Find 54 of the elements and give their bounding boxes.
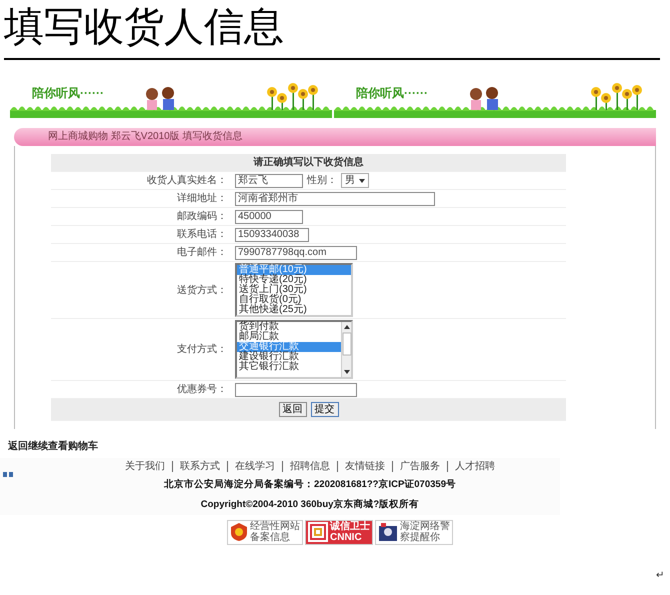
squares-icon [3, 472, 14, 477]
back-to-cart-link[interactable]: 返回继续查看购物车 [8, 439, 98, 454]
copyright-text: Copyright©2004-2010 360buy京东商城?版权所有 [200, 498, 420, 512]
input-field[interactable]: 河南省郑州市 [235, 192, 435, 206]
list-option[interactable]: 特快专递(20元) [237, 275, 351, 285]
police-icon [378, 522, 398, 542]
list-option[interactable]: 邮局汇款 [237, 332, 341, 342]
field-label: 电子邮件： [51, 244, 231, 262]
input-field[interactable]: 郑云飞 [235, 174, 303, 188]
record-number: 北京市公安局海淀分局备案编号：2202081681??京ICP证070359号 [163, 478, 457, 492]
footer-link[interactable]: 联系方式 [173, 461, 228, 472]
badge-text: 经营性网站 备案信息 [250, 521, 300, 543]
badge-text: 海淀网络警 察提醒你 [400, 521, 450, 543]
breadcrumb-bar: 网上商城购物 郑云飞V2010版 填写收货信息 [14, 128, 656, 146]
list-box[interactable]: 普通平邮(10元) 特快专递(20元) 送货上门(30元) 自行取货(0元) 其他快递(25元) [235, 263, 353, 317]
scrollbar[interactable] [341, 322, 351, 377]
field-label: 详细地址： [51, 190, 231, 208]
field-label: 联系电话： [51, 226, 231, 244]
list-option[interactable]: 其它银行汇款 [237, 362, 341, 372]
footer-link[interactable]: 招聘信息 [283, 461, 338, 472]
field-label: 性别： [307, 175, 337, 186]
list-option[interactable]: 送货上门(30元) [237, 285, 351, 295]
back-button[interactable]: 返回 [278, 402, 306, 417]
footer-link[interactable]: 在线学习 [228, 461, 283, 472]
field-label: 送货方式： [51, 262, 231, 318]
list-option[interactable]: 其他快递(25元) [237, 305, 351, 315]
list-option[interactable]: 自行取货(0元) [237, 295, 351, 305]
footer-link[interactable]: 友情链接 [338, 461, 393, 472]
input-field[interactable] [235, 382, 357, 396]
field-label: 支付方式： [51, 318, 231, 380]
form-heading: 请正确填写以下收货信息 [51, 154, 566, 172]
gender-select[interactable]: 男 [341, 173, 369, 188]
badge-link[interactable]: 经营性网站 备案信息 [227, 520, 303, 544]
page-title: 填写收货人信息 [4, 3, 285, 52]
banner-slogan: 陪你听风······ [32, 85, 104, 102]
footer-link[interactable]: 人才招聘 [448, 461, 502, 472]
submit-button[interactable]: 提交 [310, 402, 338, 417]
footer-link[interactable]: 关于我们 [118, 461, 173, 472]
input-field[interactable]: 15093340038 [235, 228, 309, 242]
caret-icon [359, 178, 365, 182]
list-option[interactable]: 货到付款 [237, 322, 341, 332]
paragraph-mark: ↵ [656, 569, 664, 583]
input-field[interactable]: 450000 [235, 210, 303, 224]
badge-link[interactable]: 海淀网络警 察提醒你 [375, 520, 453, 544]
footer-link[interactable]: 广告服务 [393, 461, 448, 472]
shield-icon [230, 522, 248, 542]
list-option[interactable]: 建设银行汇款 [237, 352, 341, 362]
field-label: 收货人真实姓名： [51, 172, 231, 190]
input-field[interactable]: 7990787798qq.com [235, 246, 357, 260]
square-emblem-icon [308, 522, 328, 542]
badge-text: 诚信卫士 CNNIC [330, 521, 370, 543]
field-label: 邮政编码： [51, 208, 231, 226]
banner-slogan: 陪你听风······ [356, 85, 428, 102]
badge-link[interactable]: 诚信卫士 CNNIC [305, 520, 373, 544]
